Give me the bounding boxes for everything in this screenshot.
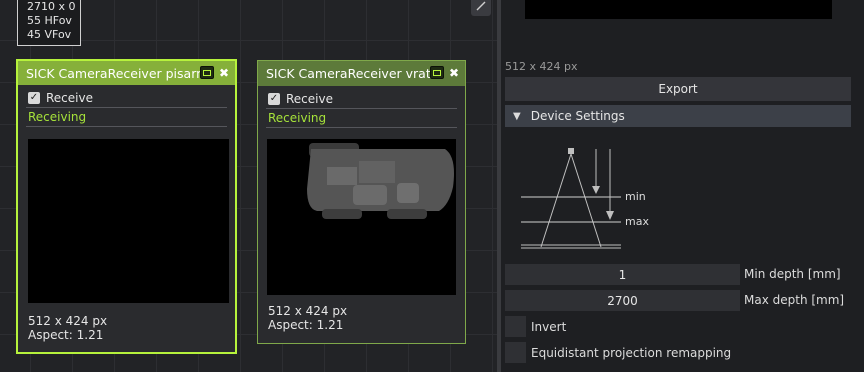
info-hfov: 55 HFov	[27, 14, 72, 27]
depth-frustum-icon: min max	[521, 148, 649, 249]
device-settings-header[interactable]: ▼ Device Settings	[505, 105, 851, 127]
receive-checkbox[interactable]: ✓	[28, 92, 40, 104]
depth-image-preview	[267, 139, 456, 295]
node-title-bar[interactable]: SICK CameraReceiver vrata ✖	[258, 61, 465, 86]
info-resolution: 2710 x 0	[27, 0, 76, 13]
max-depth-input[interactable]: 2700	[505, 290, 740, 311]
depth-image-preview	[28, 139, 229, 303]
image-aspect: Aspect: 1.21	[268, 318, 344, 332]
close-icon[interactable]: ✖	[449, 67, 459, 79]
receive-label: Receive	[286, 92, 333, 106]
close-icon[interactable]: ✖	[219, 67, 229, 79]
depth-object-shape	[307, 143, 454, 219]
node-title-bar[interactable]: SICK CameraReceiver pisarna ✖	[18, 61, 235, 85]
camera-receiver-node-pisarna[interactable]: SICK CameraReceiver pisarna ✖ ✓ Receive …	[16, 59, 237, 354]
image-resolution: 512 x 424 px	[28, 314, 108, 328]
min-depth-label: Min depth [mm]	[744, 267, 841, 281]
equidistant-label: Equidistant projection remapping	[531, 346, 732, 360]
image-meta: 512 x 424 px Aspect: 1.21	[268, 304, 347, 332]
receive-toggle[interactable]: ✓ Receive	[18, 85, 235, 107]
max-depth-label: Max depth [mm]	[744, 293, 845, 307]
camera-receiver-node-vrata[interactable]: SICK CameraReceiver vrata ✖ ✓ Receive Re…	[257, 60, 466, 344]
receive-toggle[interactable]: ✓ Receive	[258, 86, 465, 108]
status-text: Receiving	[268, 111, 327, 125]
divider	[26, 126, 227, 127]
image-preview	[525, 0, 832, 19]
node-title: SICK CameraReceiver vrata	[266, 66, 439, 81]
min-label: min	[625, 190, 646, 203]
image-aspect: Aspect: 1.21	[28, 328, 104, 342]
preview-toggle-icon[interactable]	[429, 66, 444, 79]
export-button[interactable]: Export	[505, 77, 851, 101]
receive-checkbox[interactable]: ✓	[268, 93, 280, 105]
status-text: Receiving	[28, 110, 87, 124]
invert-checkbox[interactable]	[505, 316, 526, 337]
depth-range-diagram: min max	[519, 140, 659, 255]
node-title: SICK CameraReceiver pisarna	[26, 65, 212, 81]
info-vfov: 45 VFov	[27, 28, 72, 41]
section-title: Device Settings	[530, 109, 625, 123]
receive-label: Receive	[46, 91, 93, 105]
equidistant-checkbox[interactable]	[505, 342, 526, 363]
expand-icon[interactable]	[471, 0, 491, 16]
preview-resolution: 512 x 424 px	[505, 60, 578, 73]
node-graph-canvas[interactable]: 2710 x 0 55 HFov 45 VFov SICK CameraRece…	[0, 0, 497, 372]
max-label: max	[625, 215, 649, 228]
image-resolution: 512 x 424 px	[268, 304, 348, 318]
invert-label: Invert	[531, 320, 567, 334]
inspector-panel: 512 x 424 px Export ▼ Device Settings mi…	[501, 0, 864, 372]
divider	[266, 127, 457, 128]
min-depth-input[interactable]: 1	[505, 264, 740, 285]
collapse-triangle-icon: ▼	[513, 110, 521, 122]
preview-toggle-icon[interactable]	[199, 66, 214, 79]
image-meta: 512 x 424 px Aspect: 1.21	[28, 314, 107, 342]
camera-info-box: 2710 x 0 55 HFov 45 VFov	[17, 0, 81, 46]
